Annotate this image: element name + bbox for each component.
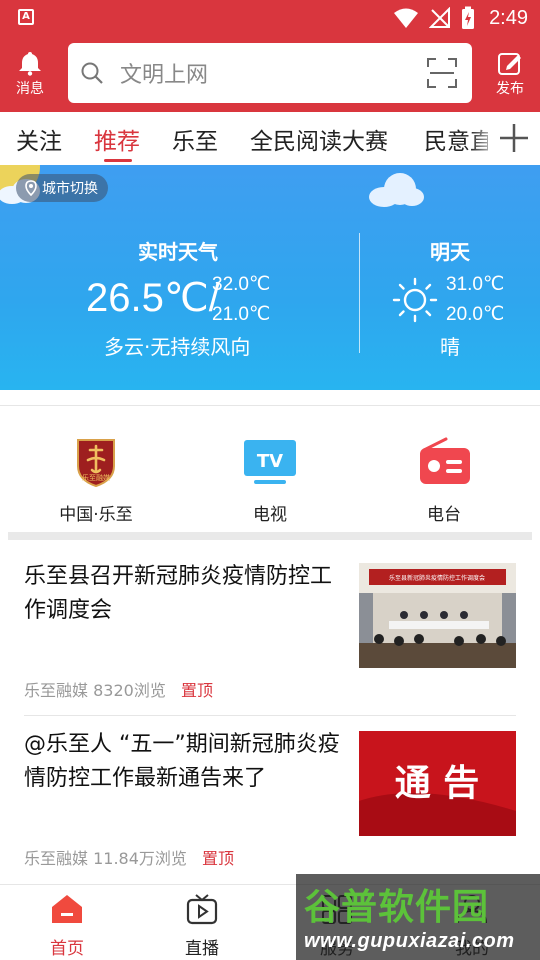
notice-text: 通 告 xyxy=(395,763,480,804)
news-title[interactable]: 乐至县召开新冠肺炎疫情防控工作调度会 xyxy=(24,560,346,628)
weather-divider xyxy=(359,233,360,353)
battery-charging-icon xyxy=(462,6,475,29)
weather-card: 城市切换 实时天气 26.5℃/ 32.0℃ 21.0℃ 多云·无持续风向 明天… xyxy=(0,165,540,390)
news-item[interactable]: 乐至县召开新冠肺炎疫情防控工作调度会 乐至县新冠肺炎疫情防控工作调度会 乐至融媒… xyxy=(0,540,540,716)
entry-china-lezhi[interactable]: 乐至融媒 中国·乐至 xyxy=(36,436,156,525)
city-switch-label: 城市切换 xyxy=(42,181,98,197)
entry-label: 电视 xyxy=(253,505,287,525)
nav-home-label: 首页 xyxy=(50,939,84,959)
bell-icon xyxy=(19,52,41,76)
app-notification-icon: A xyxy=(18,9,34,25)
county-emblem-icon: 乐至融媒 xyxy=(68,436,124,488)
search-input[interactable]: 文明上网 xyxy=(68,43,472,103)
tomorrow-title: 明天 xyxy=(430,240,470,264)
news-source: 乐至融媒 xyxy=(24,681,89,700)
section-gap xyxy=(8,532,532,540)
active-tab-indicator xyxy=(104,159,132,162)
message-button[interactable]: 消息 xyxy=(8,50,52,98)
news-meta: 乐至融媒 11.84万浏览 置顶 xyxy=(24,845,234,869)
status-icons: 2:49 xyxy=(393,4,528,32)
tab-follow[interactable]: 关注 xyxy=(16,122,62,156)
watermark-name: 谷普软件园 xyxy=(304,887,490,928)
location-pin-icon xyxy=(25,180,37,196)
entry-radio[interactable]: 电台 xyxy=(384,436,504,525)
current-low-temp: 21.0℃ xyxy=(212,304,271,325)
nav-live-label: 直播 xyxy=(185,939,219,959)
pinned-badge: 置顶 xyxy=(202,849,235,868)
live-tv-icon xyxy=(186,894,218,925)
tv-icon: TV xyxy=(242,436,298,488)
news-views: 11.84万浏览 xyxy=(93,849,187,868)
current-weather-title: 实时天气 xyxy=(138,240,218,264)
tomorrow-low-temp: 20.0℃ xyxy=(446,304,505,325)
current-temperature: 26.5℃/ xyxy=(86,276,220,320)
signal-off-icon xyxy=(429,7,451,28)
news-thumbnail-notice[interactable]: 通 告 xyxy=(359,731,516,836)
entry-label: 电台 xyxy=(427,505,461,525)
status-time: 2:49 xyxy=(489,6,528,29)
home-icon xyxy=(52,895,82,923)
news-meta: 乐至融媒 8320浏览 置顶 xyxy=(24,677,213,701)
edit-icon xyxy=(498,53,521,75)
site-watermark: 谷普软件园 www.gupuxiazai.com xyxy=(296,874,540,960)
tv-text: TV xyxy=(257,451,283,472)
status-bar: A 2:49 xyxy=(0,0,540,36)
nav-live[interactable]: 直播 xyxy=(152,893,252,959)
message-label: 消息 xyxy=(16,81,44,97)
section-divider xyxy=(0,405,540,406)
entry-tv[interactable]: TV 电视 xyxy=(210,436,330,525)
news-title[interactable]: @乐至人 “五一”期间新冠肺炎疫情防控工作最新通告来了 xyxy=(24,728,346,796)
radio-icon xyxy=(416,436,472,488)
sunny-icon xyxy=(392,277,438,323)
tomorrow-weather-desc: 晴 xyxy=(440,335,460,359)
news-source: 乐至融媒 xyxy=(24,849,89,868)
header-bar: 消息 文明上网 发布 xyxy=(0,36,540,112)
pinned-badge: 置顶 xyxy=(180,681,213,700)
current-high-temp: 32.0℃ xyxy=(212,274,271,295)
city-switch-button[interactable]: 城市切换 xyxy=(16,174,108,202)
plus-icon xyxy=(500,124,528,152)
channel-tabs: 关注 推荐 乐至 全民阅读大赛 民意直 xyxy=(0,112,540,165)
news-views: 8320浏览 xyxy=(93,681,166,700)
news-thumbnail-meeting[interactable]: 乐至县新冠肺炎疫情防控工作调度会 xyxy=(359,563,516,668)
scan-icon[interactable] xyxy=(426,57,458,89)
cloud-decoration-right xyxy=(369,173,424,207)
tomorrow-high-temp: 31.0℃ xyxy=(446,274,505,295)
watermark-url: www.gupuxiazai.com xyxy=(304,930,515,952)
tab-reading-contest[interactable]: 全民阅读大赛 xyxy=(250,122,388,156)
publish-button[interactable]: 发布 xyxy=(488,50,532,98)
entry-label: 中国·乐至 xyxy=(59,505,133,525)
current-weather-desc: 多云·无持续风向 xyxy=(104,335,251,359)
tab-recommend[interactable]: 推荐 xyxy=(94,122,140,156)
wifi-icon xyxy=(394,8,419,28)
tab-lezhi[interactable]: 乐至 xyxy=(172,122,218,156)
nav-home[interactable]: 首页 xyxy=(17,893,117,959)
thumb-caption: 乐至县新冠肺炎疫情防控工作调度会 xyxy=(389,574,485,582)
emblem-text: 乐至融媒 xyxy=(82,473,110,482)
search-placeholder: 文明上网 xyxy=(120,63,209,88)
publish-label: 发布 xyxy=(496,81,524,97)
add-channel-button[interactable] xyxy=(488,112,540,165)
search-icon xyxy=(81,62,103,84)
news-item[interactable]: @乐至人 “五一”期间新冠肺炎疫情防控工作最新通告来了 通 告 乐至融媒 11.… xyxy=(0,716,540,884)
